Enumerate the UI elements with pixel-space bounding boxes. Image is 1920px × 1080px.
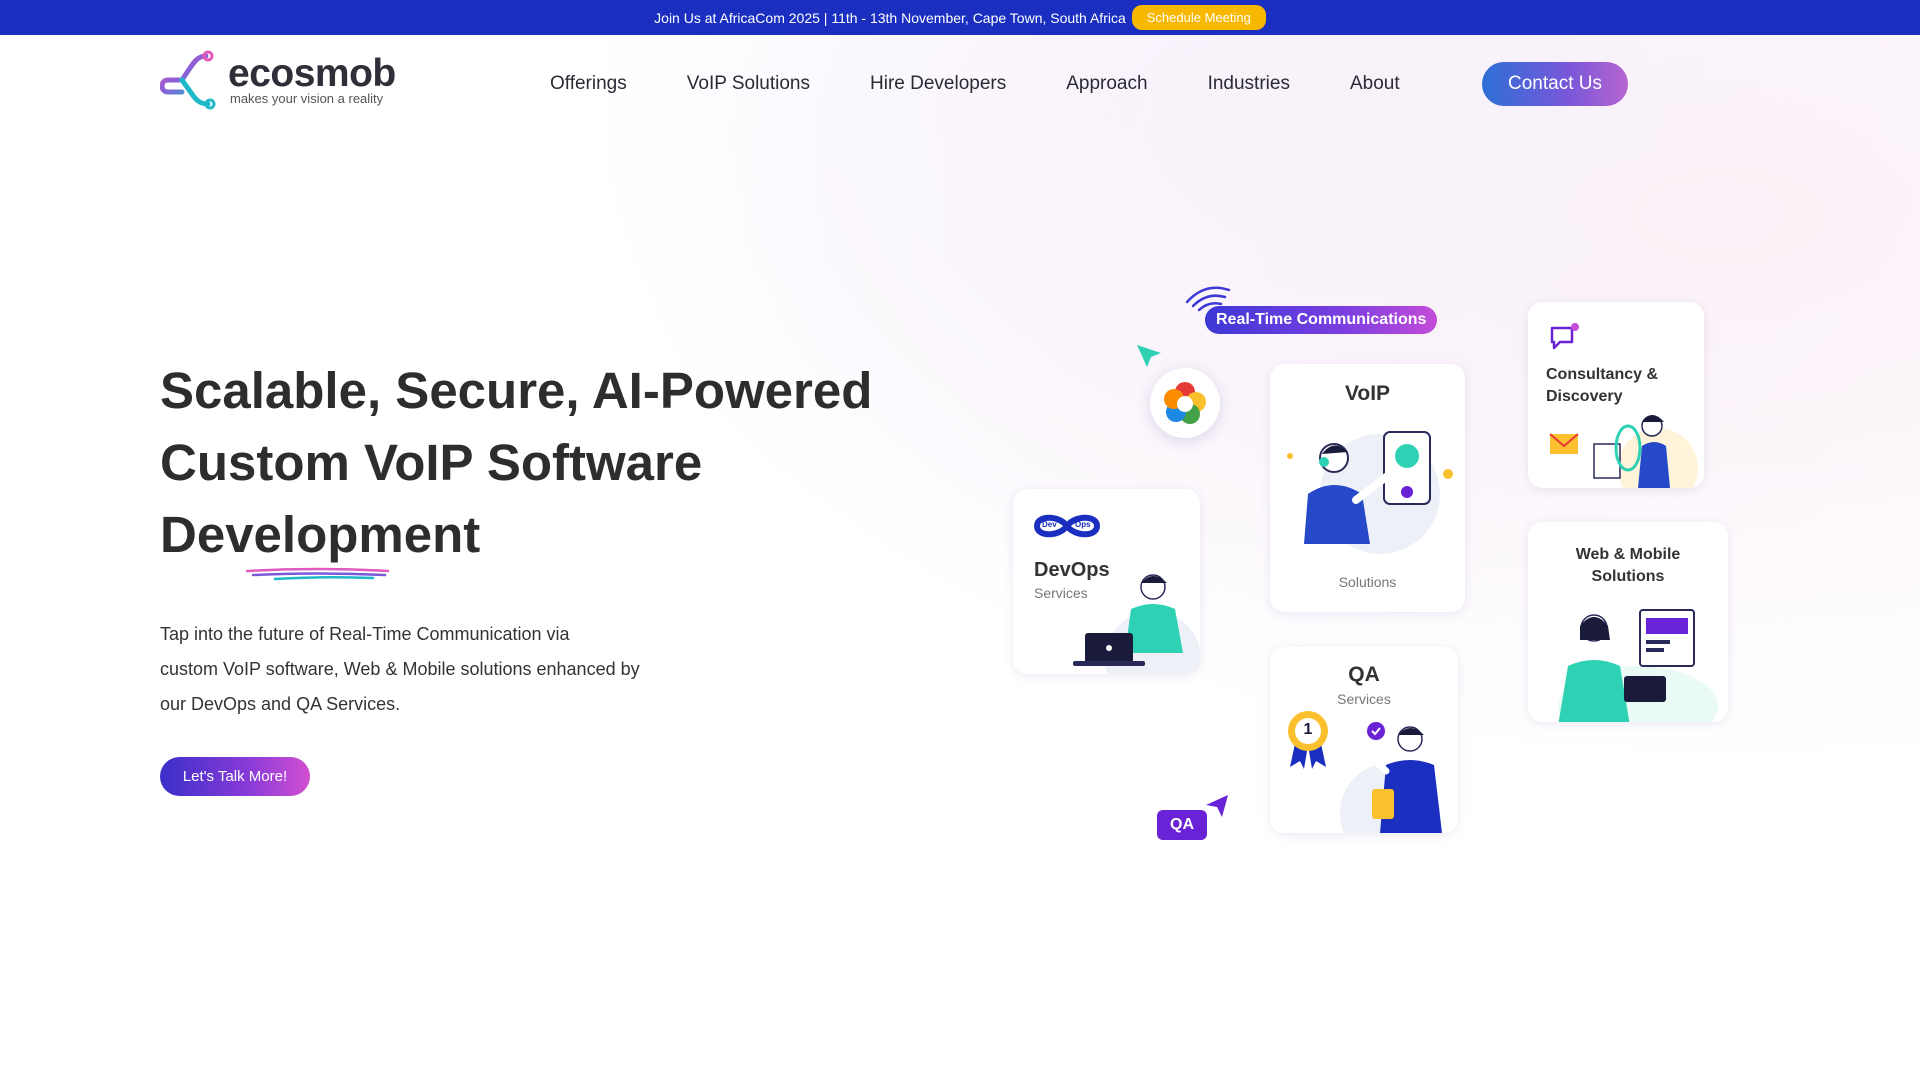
cursor-arrow-icon <box>1137 345 1161 367</box>
web-mobile-title-line-1: Web & Mobile <box>1575 546 1681 563</box>
nav-voip-solutions[interactable]: VoIP Solutions <box>657 63 840 105</box>
page: Join Us at AfricaCom 2025 | 11th - 13th … <box>0 0 1920 1080</box>
logo-text: ecosmob makes your vision a reality <box>228 51 396 106</box>
devops-person-illustration <box>1073 574 1200 674</box>
hero-subtitle-line-1: Tap into the future of Real-Time Communi… <box>160 624 570 644</box>
nav-approach[interactable]: Approach <box>1036 63 1177 105</box>
hero-subtitle-line-3: our DevOps and QA Services. <box>160 694 401 714</box>
voip-person-illustration <box>1287 431 1453 554</box>
consultancy-card-title: Consultancy & Discovery <box>1546 364 1658 408</box>
nav-hire-developers[interactable]: Hire Developers <box>840 63 1036 105</box>
web-mobile-card-title: Web & Mobile Solutions <box>1528 544 1728 588</box>
real-time-communications-badge: Real-Time Communications <box>1205 306 1438 334</box>
contact-us-button[interactable]: Contact Us <box>1482 62 1628 106</box>
announcement-text: Join Us at AfricaCom 2025 | 11th - 13th … <box>654 9 1126 26</box>
qa-tag-badge: QA <box>1157 810 1207 840</box>
hero-subtitle-line-2: custom VoIP software, Web & Mobile solut… <box>160 659 640 679</box>
chat-bubble-icon <box>1550 323 1579 350</box>
hero-title-line-3: Development <box>160 506 481 563</box>
devops-badge-ops: Ops <box>1075 520 1091 529</box>
main-nav: Offerings VoIP Solutions Hire Developers… <box>520 63 1430 105</box>
qa-card-subtitle: Services <box>1337 691 1391 707</box>
devops-services-card[interactable]: Dev Ops DevOps Services <box>1013 489 1200 674</box>
consultancy-discovery-card[interactable]: Consultancy & Discovery <box>1528 302 1704 488</box>
site-header: ecosmob makes your vision a reality Offe… <box>0 35 1920 133</box>
hero-title-line-2: Custom VoIP Software <box>160 434 703 491</box>
voip-solutions-card[interactable]: VoIP Solutions <box>1270 364 1465 612</box>
devops-infinity-icon: Dev Ops <box>1033 511 1101 541</box>
voip-card-title: VoIP <box>1344 382 1391 405</box>
consultancy-title-line-1: Consultancy & <box>1546 366 1659 383</box>
consultancy-title-line-2: Discovery <box>1546 388 1623 405</box>
web-mobile-solutions-card[interactable]: Web & Mobile Solutions <box>1528 522 1728 722</box>
consultancy-person-illustration <box>1549 415 1698 488</box>
devops-badge-dev: Dev <box>1042 520 1057 529</box>
schedule-meeting-button[interactable]: Schedule Meeting <box>1131 5 1266 30</box>
nav-about[interactable]: About <box>1320 63 1430 105</box>
qa-person-illustration <box>1340 722 1442 833</box>
logo-brand: ecosmob <box>228 51 396 95</box>
nav-offerings[interactable]: Offerings <box>520 63 657 105</box>
lets-talk-button[interactable]: Let's Talk More! <box>160 757 310 796</box>
logo-tagline: makes your vision a reality <box>230 90 384 106</box>
announcement-bar: Join Us at AfricaCom 2025 | 11th - 13th … <box>0 0 1920 35</box>
title-underline-decoration <box>245 567 390 581</box>
voip-card-subtitle: Solutions <box>1338 574 1397 590</box>
ecosmob-logo-icon <box>160 50 216 110</box>
hero-title: Scalable, Secure, AI-Powered Custom VoIP… <box>160 355 920 571</box>
hero-title-line-1: Scalable, Secure, AI-Powered <box>160 362 873 419</box>
qa-services-card[interactable]: QA Services 1 <box>1270 647 1458 833</box>
qa-card-title: QA <box>1348 663 1380 686</box>
web-mobile-person-illustration <box>1558 609 1718 722</box>
web-mobile-title-line-2: Solutions <box>1591 568 1665 585</box>
nav-industries[interactable]: Industries <box>1178 63 1320 105</box>
logo[interactable]: ecosmob makes your vision a reality <box>160 50 396 110</box>
cursor-arrow-purple-icon <box>1206 795 1228 817</box>
webrtc-logo-icon <box>1150 368 1220 438</box>
hero-subtitle: Tap into the future of Real-Time Communi… <box>160 617 720 722</box>
